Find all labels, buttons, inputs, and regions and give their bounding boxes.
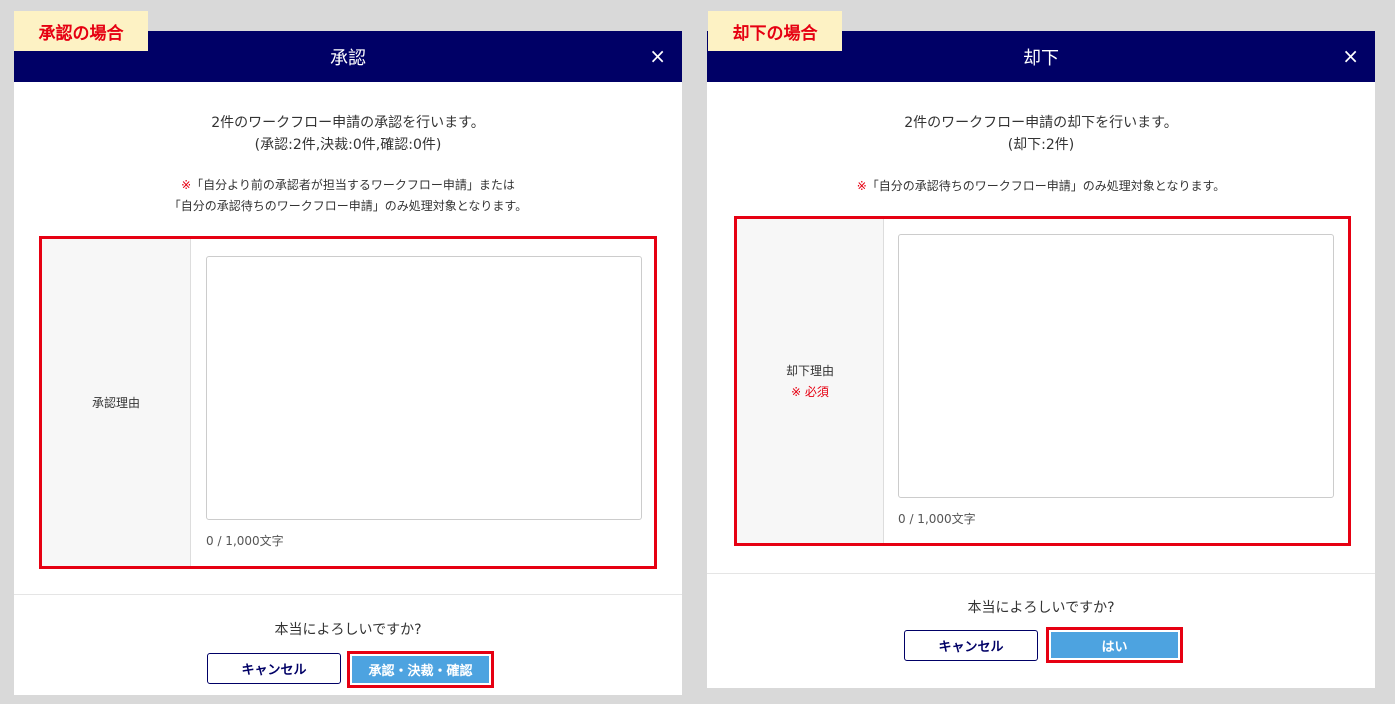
case-label-approve: 承認の場合 [14,11,148,51]
dialog-note: ※「自分の承認待ちのワークフロー申請」のみ処理対象となります。 [856,179,1226,193]
dialog-title: 却下 [1023,47,1059,69]
cancel-button[interactable]: キャンセル [207,653,341,684]
note-mark: ※ [856,179,867,193]
confirm-text: 本当によろしいですか? [274,622,422,638]
close-icon[interactable]: × [1342,44,1359,68]
reason-textarea[interactable] [206,256,642,520]
dialog-message: 2件のワークフロー申請の却下を行います。 (却下:2件) [904,115,1178,153]
reason-form: 却下理由 ※ 必須 0 / 1,000文字 [734,216,1351,546]
dialog-note: ※「自分より前の承認者が担当するワークフロー申請」または 「自分の承認待ちのワー… [168,178,528,213]
dialog-title: 承認 [330,47,366,69]
divider [707,573,1375,574]
char-counter: 0 / 1,000文字 [898,512,976,526]
close-icon[interactable]: × [649,44,666,68]
case-label-reject: 却下の場合 [708,11,842,51]
approve-button[interactable]: 承認・決裁・確認 [352,656,489,683]
reason-textarea[interactable] [898,234,1334,498]
char-counter: 0 / 1,000文字 [206,534,284,548]
divider [14,594,682,595]
field-label: 却下理由 ※ 必須 [737,219,884,543]
required-mark: ※ 必須 [791,385,829,399]
reject-button[interactable]: はい [1051,632,1178,658]
dialog-message: 2件のワークフロー申請の承認を行います。 (承認:2件,決裁:0件,確認:0件) [211,115,485,153]
reject-dialog: 却下 × 2件のワークフロー申請の却下を行います。 (却下:2件) ※「自分の承… [707,31,1375,688]
field-label: 承認理由 [42,239,191,566]
confirm-text: 本当によろしいですか? [967,600,1115,616]
ok-button-highlight: はい [1046,627,1183,663]
ok-button-highlight: 承認・決裁・確認 [347,651,494,688]
reason-form: 承認理由 0 / 1,000文字 [39,236,657,569]
note-mark: ※ [181,178,192,192]
cancel-button[interactable]: キャンセル [904,630,1038,661]
approve-dialog: 承認 × 2件のワークフロー申請の承認を行います。 (承認:2件,決裁:0件,確… [14,31,682,695]
